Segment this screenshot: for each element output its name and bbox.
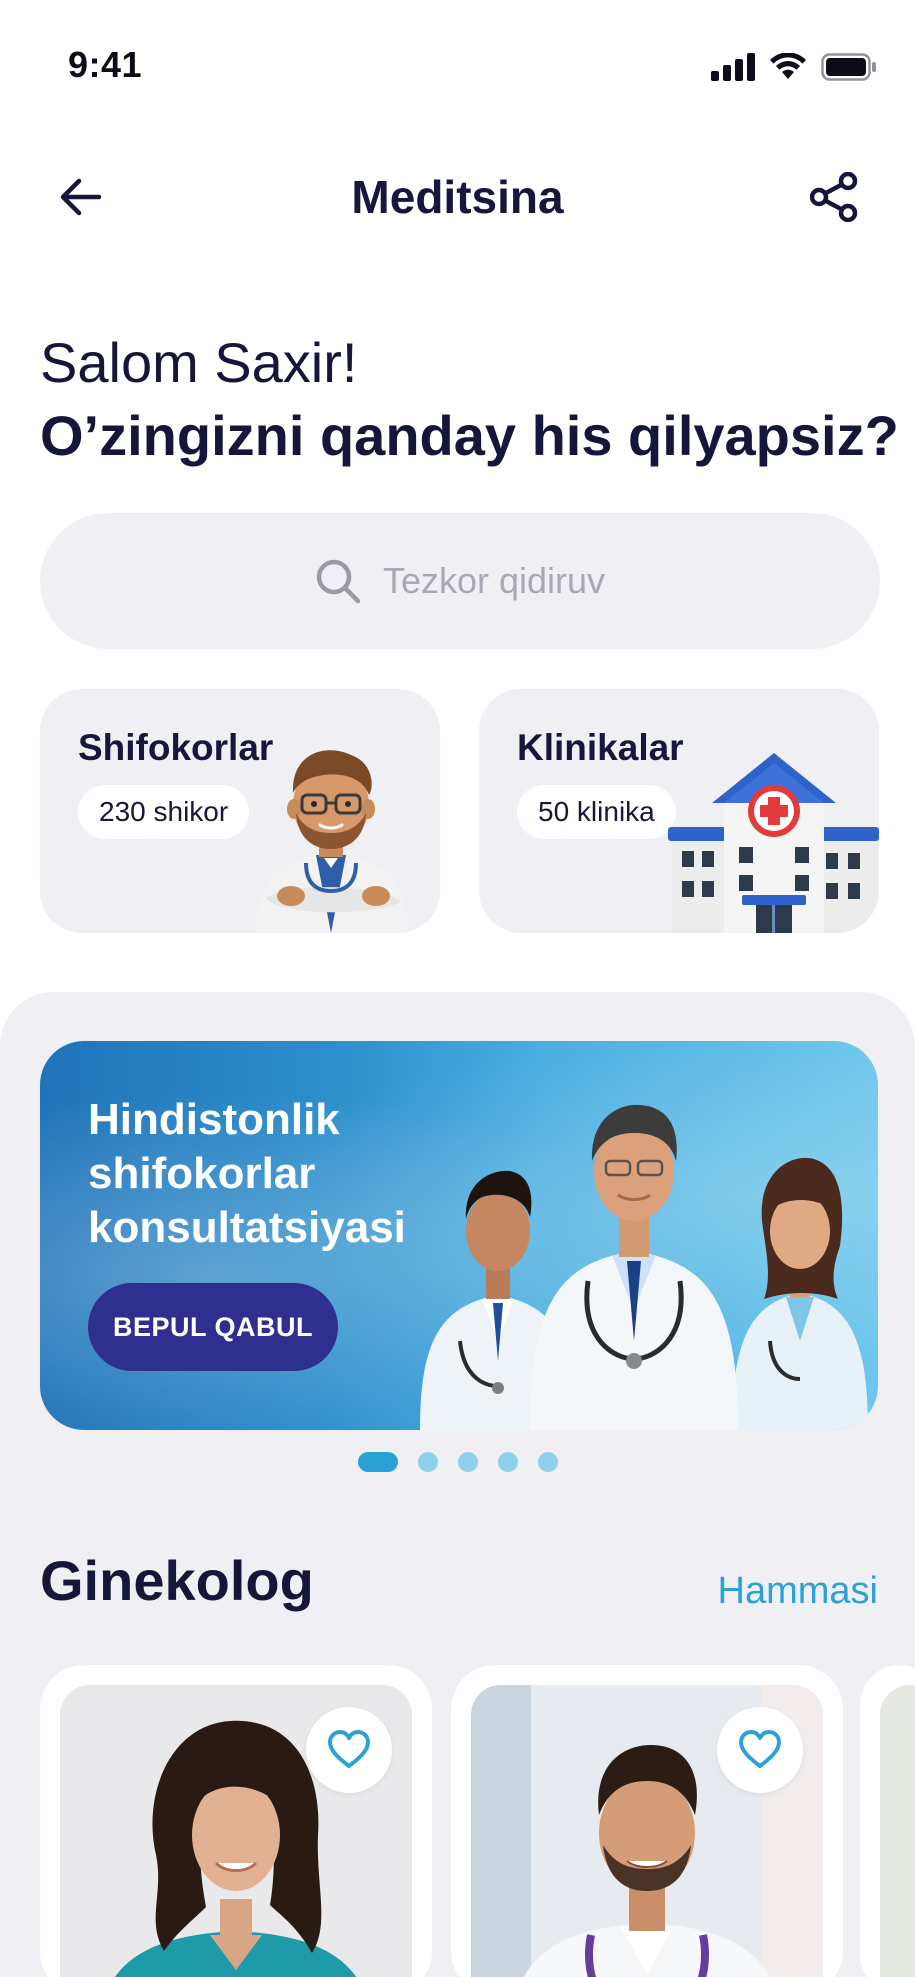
status-time: 9:41 (68, 44, 143, 85)
greeting: Salom Saxir! O’zingizni qanday his qilya… (40, 328, 900, 474)
share-icon (810, 172, 858, 222)
category-title: Klinikalar (517, 727, 684, 768)
status-icons (711, 50, 877, 84)
doctor-photo-partial (880, 1685, 915, 1977)
free-appointment-button[interactable]: BEPUL QABUL (88, 1283, 338, 1371)
category-card-clinics[interactable]: Klinikalar 50 klinika (479, 689, 879, 933)
see-all-link[interactable]: Hammasi (718, 1570, 878, 1613)
wifi-icon (770, 53, 806, 79)
pagination-dot-active[interactable] (357, 1452, 398, 1472)
banner-title: Hindistonlik shifokorlar konsultatsiyasi (88, 1095, 406, 1252)
section-title: Ginekolog (40, 1549, 314, 1612)
doctor-cartoon-illustration (256, 750, 408, 933)
page-title: Meditsina (351, 171, 564, 223)
search-icon (316, 559, 361, 604)
status-bar: 9:41 (0, 0, 915, 130)
pagination-dot[interactable] (497, 1452, 518, 1472)
heart-outline-icon (739, 1730, 781, 1768)
search-placeholder: Tezkor qidiruv (382, 560, 606, 601)
doctor-card[interactable] (40, 1665, 432, 1977)
favorite-button[interactable] (717, 1707, 803, 1793)
category-count-badge: 230 shikor (78, 785, 250, 839)
doctor-card[interactable] (451, 1665, 843, 1977)
category-count-badge: 50 klinika (517, 785, 676, 839)
nav-bar: Meditsina (0, 150, 915, 240)
share-button[interactable] (805, 168, 863, 226)
favorite-button[interactable] (306, 1707, 392, 1793)
doctor-card-partial[interactable] (860, 1665, 915, 1977)
cellular-signal-icon (711, 53, 755, 81)
greeting-hello: Salom Saxir! (40, 331, 358, 394)
promo-banner[interactable]: Hindistonlik shifokorlar konsultatsiyasi… (40, 1041, 878, 1430)
battery-icon (821, 53, 876, 81)
pagination-dot[interactable] (457, 1452, 478, 1472)
banner-pagination (0, 1452, 915, 1472)
greeting-question: O’zingizni qanday his qilyapsiz? (40, 404, 899, 467)
heart-outline-icon (328, 1730, 370, 1768)
search-input[interactable]: Tezkor qidiruv (40, 513, 880, 649)
doctors-group-photo (420, 1104, 868, 1430)
pagination-dot[interactable] (537, 1452, 558, 1472)
hospital-building-illustration (668, 753, 879, 933)
pagination-dot[interactable] (417, 1452, 438, 1472)
category-card-doctors[interactable]: Shifokorlar 230 shikor (40, 689, 440, 933)
